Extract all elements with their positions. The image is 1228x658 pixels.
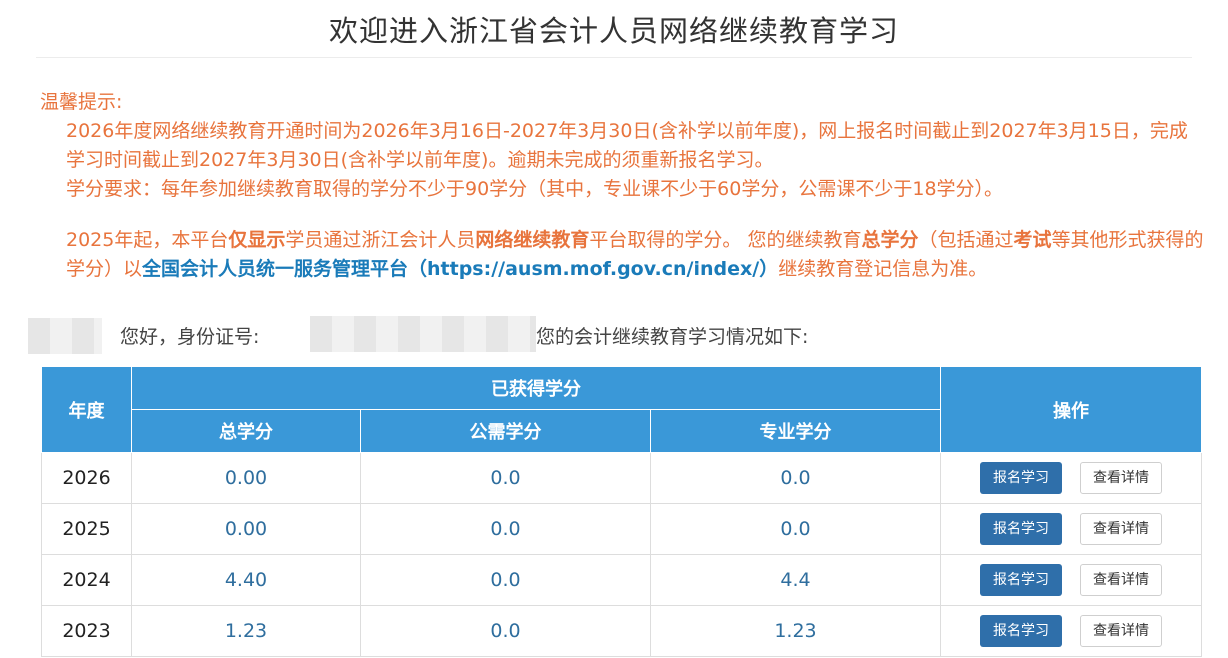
cell-actions: 报名学习 查看详情 <box>940 452 1203 504</box>
notice-schedule: 2026年度网络继续教育开通时间为2026年3月16日-2027年3月30日(含… <box>66 120 1188 171</box>
cell-year: 2026 <box>41 452 132 504</box>
greeting-line: 您好，身份证号: 您的会计继续教育学习情况如下: <box>28 316 1208 354</box>
statement-text: （包括通过 <box>918 229 1014 251</box>
view-details-button[interactable]: 查看详情 <box>1080 513 1163 545</box>
notice-heading: 温馨提示: <box>40 91 123 113</box>
header-public-credits: 公需学分 <box>360 409 651 453</box>
header-professional-credits: 专业学分 <box>649 409 942 453</box>
notice-block: 温馨提示: 2026年度网络继续教育开通时间为2026年3月16日-2027年3… <box>40 88 1195 204</box>
table-row: 2024 4.40 0.0 4.4 报名学习 查看详情 <box>41 554 1203 606</box>
statement-text: 2025年起，本平台 <box>66 229 229 251</box>
greeting-suffix: 您的会计继续教育学习情况如下: <box>536 326 809 348</box>
cell-year: 2025 <box>41 503 132 555</box>
cell-year: 2023 <box>41 605 132 657</box>
cell-total: 4.40 <box>131 554 361 606</box>
header-year: 年度 <box>41 366 132 453</box>
header-earned-credits: 已获得学分 <box>130 366 942 410</box>
cell-professional: 1.23 <box>649 605 942 657</box>
redacted-id-number <box>310 316 536 352</box>
cell-public: 0.0 <box>360 554 651 606</box>
sign-up-button[interactable]: 报名学习 <box>980 513 1063 545</box>
ausm-platform-link[interactable]: 全国会计人员统一服务管理平台（https://ausm.mof.gov.cn/i… <box>142 258 778 280</box>
sign-up-button[interactable]: 报名学习 <box>980 564 1063 596</box>
cell-total: 0.00 <box>131 503 361 555</box>
statement-text: 学员通过浙江会计人员 <box>285 229 476 251</box>
cell-actions: 报名学习 查看详情 <box>940 503 1203 555</box>
cell-actions: 报名学习 查看详情 <box>940 605 1203 657</box>
notice-credit-requirement: 学分要求：每年参加继续教育取得的学分不少于90学分（其中，专业课不少于60学分，… <box>66 178 1004 200</box>
cell-professional: 0.0 <box>649 452 942 504</box>
header-total-credits: 总学分 <box>131 409 361 453</box>
redacted-name <box>28 318 102 354</box>
cell-professional: 4.4 <box>649 554 942 606</box>
statement-bold: 考试 <box>1013 229 1052 251</box>
table-row: 2025 0.00 0.0 0.0 报名学习 查看详情 <box>41 503 1203 555</box>
view-details-button[interactable]: 查看详情 <box>1080 615 1163 647</box>
sign-up-button[interactable]: 报名学习 <box>980 615 1063 647</box>
table-row: 2026 0.00 0.0 0.0 报名学习 查看详情 <box>41 452 1203 504</box>
cell-total: 1.23 <box>131 605 361 657</box>
credit-statement: 2025年起，本平台仅显示学员通过浙江会计人员网络继续教育平台取得的学分。 您的… <box>40 226 1221 284</box>
cell-actions: 报名学习 查看详情 <box>940 554 1203 606</box>
cell-public: 0.0 <box>360 605 651 657</box>
sign-up-button[interactable]: 报名学习 <box>980 462 1063 494</box>
cell-professional: 0.0 <box>649 503 942 555</box>
view-details-button[interactable]: 查看详情 <box>1080 462 1163 494</box>
greeting-hello: 您好，身份证号: <box>120 326 260 348</box>
cell-public: 0.0 <box>360 452 651 504</box>
statement-bold: 总学分 <box>861 229 919 251</box>
title-divider <box>36 57 1192 58</box>
cell-year: 2024 <box>41 554 132 606</box>
statement-text: 平台取得的学分。 您的继续教育 <box>589 229 862 251</box>
statement-bold: 网络继续教育 <box>475 229 590 251</box>
cell-public: 0.0 <box>360 503 651 555</box>
statement-text: 继续教育登记信息为准。 <box>778 258 988 280</box>
credits-table: 年度 已获得学分 操作 总学分 公需学分 专业学分 2026 0.00 0.0 … <box>41 366 1203 657</box>
page-title: 欢迎进入浙江省会计人员网络继续教育学习 <box>328 14 899 48</box>
view-details-button[interactable]: 查看详情 <box>1080 564 1163 596</box>
cell-total: 0.00 <box>131 452 361 504</box>
header-actions: 操作 <box>940 366 1203 453</box>
table-row: 2023 1.23 0.0 1.23 报名学习 查看详情 <box>41 605 1203 657</box>
statement-bold: 仅显示 <box>228 229 286 251</box>
